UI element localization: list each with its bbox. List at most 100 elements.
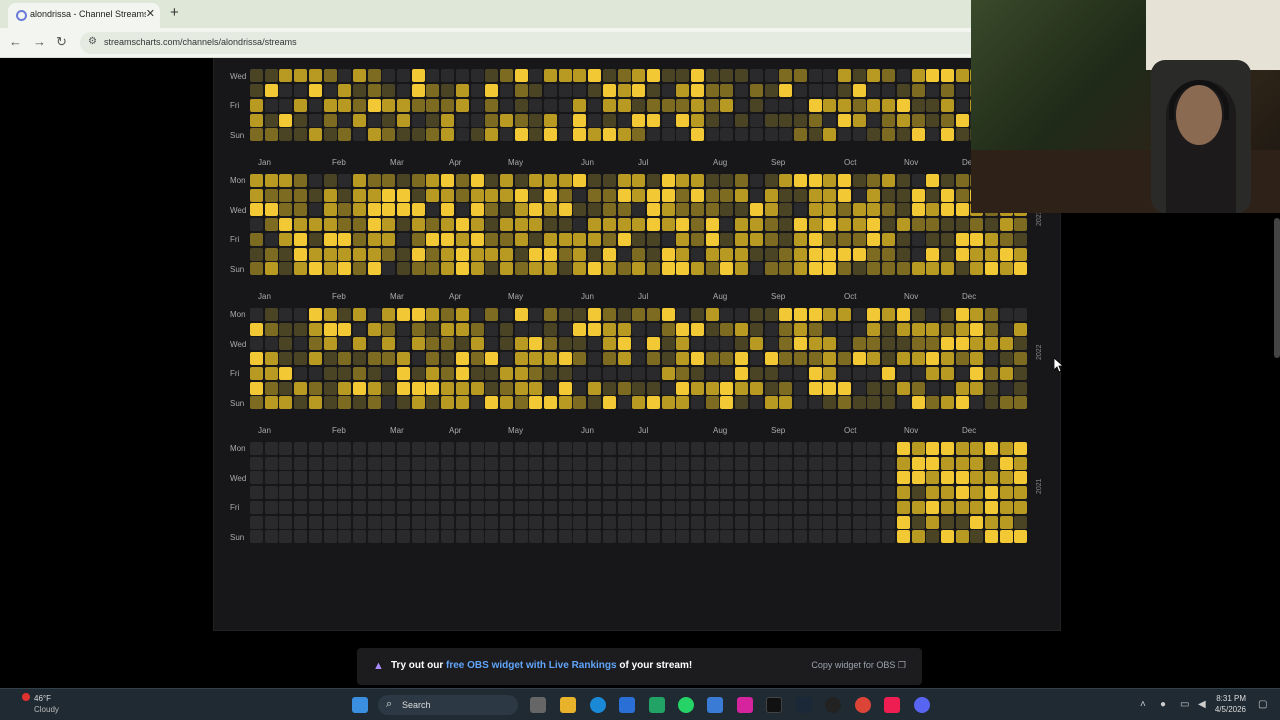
day-cell[interactable] [911, 442, 925, 455]
day-cell[interactable] [279, 381, 293, 395]
day-cell[interactable] [529, 128, 543, 142]
day-cell[interactable] [544, 128, 557, 142]
day-cell[interactable] [617, 69, 631, 83]
day-cell[interactable] [529, 471, 543, 485]
day-cell[interactable] [764, 500, 778, 514]
day-cell[interactable] [867, 486, 881, 500]
day-cell[interactable] [544, 530, 557, 544]
day-cell[interactable] [308, 113, 322, 127]
day-cell[interactable] [338, 352, 352, 366]
day-cell[interactable] [882, 396, 896, 410]
day-cell[interactable] [823, 515, 837, 529]
day-cell[interactable] [382, 232, 396, 246]
day-cell[interactable] [764, 247, 778, 261]
day-cell[interactable] [926, 308, 940, 321]
day-cell[interactable] [250, 113, 263, 127]
day-cell[interactable] [441, 262, 455, 276]
day-cell[interactable] [793, 530, 807, 544]
day-cell[interactable] [926, 486, 940, 500]
day-cell[interactable] [426, 500, 440, 514]
day-cell[interactable] [397, 84, 410, 98]
day-cell[interactable] [264, 128, 278, 142]
day-cell[interactable] [852, 456, 866, 470]
day-cell[interactable] [338, 456, 352, 470]
day-cell[interactable] [764, 471, 778, 485]
day-cell[interactable] [441, 232, 455, 246]
day-cell[interactable] [558, 352, 572, 366]
day-cell[interactable] [764, 442, 778, 455]
day-cell[interactable] [926, 128, 940, 142]
day-cell[interactable] [514, 174, 528, 187]
day-cell[interactable] [632, 366, 646, 380]
day-cell[interactable] [632, 262, 646, 276]
day-cell[interactable] [397, 98, 410, 112]
day-cell[interactable] [646, 232, 660, 246]
day-cell[interactable] [308, 98, 322, 112]
day-cell[interactable] [661, 174, 675, 187]
day-cell[interactable] [896, 396, 910, 410]
day-cell[interactable] [588, 337, 602, 351]
day-cell[interactable] [955, 174, 969, 187]
day-cell[interactable] [896, 113, 910, 127]
day-cell[interactable] [617, 366, 631, 380]
day-cell[interactable] [691, 174, 704, 187]
day-cell[interactable] [455, 69, 469, 83]
day-cell[interactable] [308, 515, 322, 529]
day-cell[interactable] [573, 98, 587, 112]
day-cell[interactable] [911, 174, 925, 187]
day-cell[interactable] [764, 322, 778, 336]
day-cell[interactable] [764, 530, 778, 544]
day-cell[interactable] [499, 322, 513, 336]
day-cell[interactable] [852, 530, 866, 544]
day-cell[interactable] [661, 247, 675, 261]
day-cell[interactable] [823, 530, 837, 544]
day-cell[interactable] [779, 128, 793, 142]
day-cell[interactable] [264, 515, 278, 529]
day-cell[interactable] [764, 366, 778, 380]
day-cell[interactable] [573, 486, 587, 500]
day-cell[interactable] [529, 486, 543, 500]
day-cell[interactable] [441, 456, 455, 470]
day-cell[interactable] [779, 352, 793, 366]
day-cell[interactable] [588, 203, 602, 217]
day-cell[interactable] [470, 262, 484, 276]
day-cell[interactable] [455, 486, 469, 500]
day-cell[interactable] [970, 500, 984, 514]
day-cell[interactable] [882, 486, 896, 500]
day-cell[interactable] [661, 396, 675, 410]
day-cell[interactable] [573, 232, 587, 246]
day-cell[interactable] [867, 515, 881, 529]
day-cell[interactable] [793, 366, 807, 380]
day-cell[interactable] [720, 442, 734, 455]
day-cell[interactable] [764, 128, 778, 142]
day-cell[interactable] [382, 203, 396, 217]
day-cell[interactable] [617, 352, 631, 366]
day-cell[interactable] [455, 515, 469, 529]
day-cell[interactable] [823, 232, 837, 246]
day-cell[interactable] [485, 337, 499, 351]
edge-icon[interactable] [590, 697, 606, 713]
day-cell[interactable] [294, 456, 308, 470]
day-cell[interactable] [808, 352, 822, 366]
day-cell[interactable] [411, 456, 425, 470]
day-cell[interactable] [470, 456, 484, 470]
day-cell[interactable] [852, 352, 866, 366]
day-cell[interactable] [367, 442, 381, 455]
day-cell[interactable] [1014, 515, 1028, 529]
day-cell[interactable] [367, 69, 381, 83]
day-cell[interactable] [455, 84, 469, 98]
day-cell[interactable] [646, 188, 660, 202]
day-cell[interactable] [676, 515, 690, 529]
day-cell[interactable] [308, 530, 322, 544]
day-cell[interactable] [852, 322, 866, 336]
day-cell[interactable] [323, 308, 337, 321]
day-cell[interactable] [911, 188, 925, 202]
day-cell[interactable] [426, 337, 440, 351]
day-cell[interactable] [308, 218, 322, 232]
day-cell[interactable] [838, 396, 851, 410]
day-cell[interactable] [735, 486, 749, 500]
day-cell[interactable] [588, 174, 602, 187]
day-cell[interactable] [720, 352, 734, 366]
day-cell[interactable] [338, 337, 352, 351]
day-cell[interactable] [838, 247, 851, 261]
